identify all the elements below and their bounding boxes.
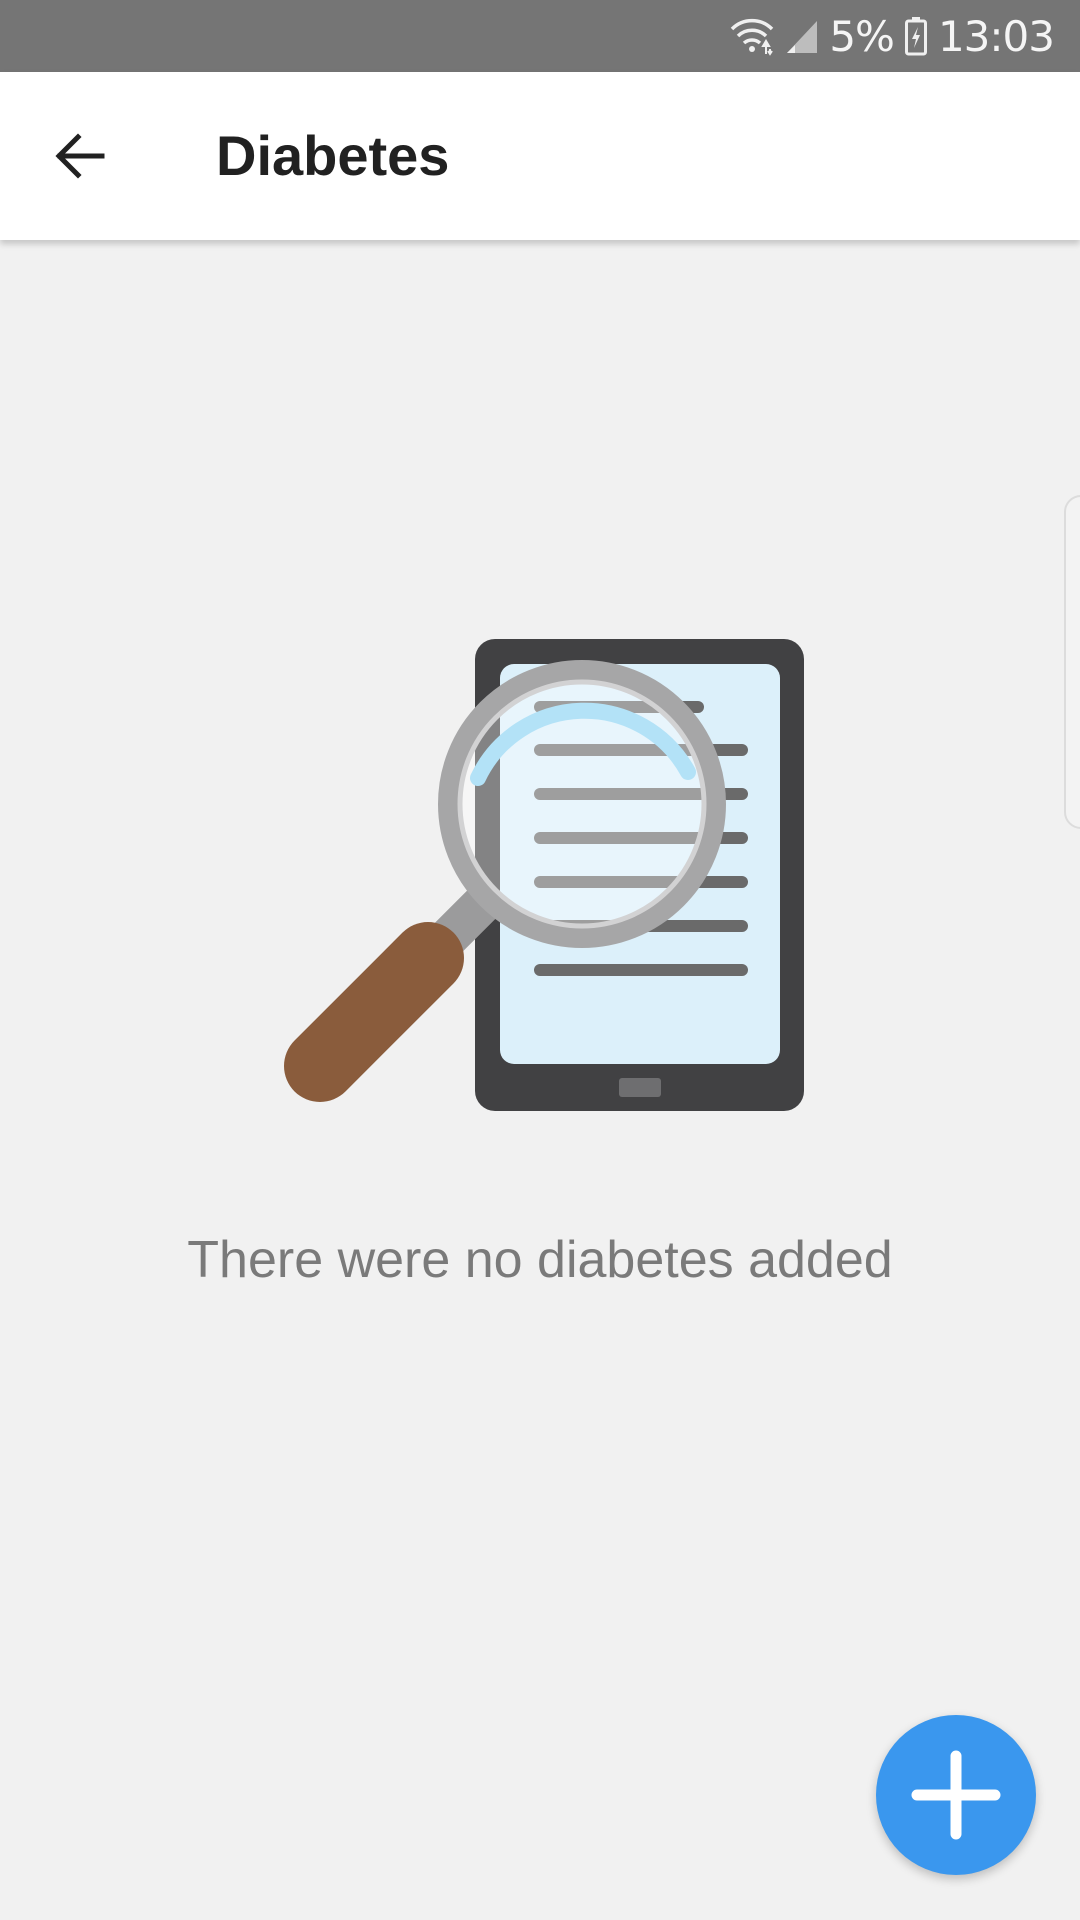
magnifier-handle — [284, 922, 464, 1102]
status-icons: 5% 13:03 — [729, 0, 1055, 72]
add-diabetes-button[interactable] — [876, 1715, 1036, 1875]
status-bar: 5% 13:03 — [0, 0, 1080, 72]
tablet-magnifier-illustration — [284, 639, 804, 1111]
tablet-home-button — [619, 1078, 661, 1097]
signal-icon — [787, 21, 818, 53]
back-button[interactable] — [30, 106, 130, 206]
page-title: Diabetes — [216, 124, 450, 187]
clock: 13:03 — [937, 11, 1055, 61]
battery-icon — [904, 17, 927, 56]
arrow-back-icon — [55, 133, 105, 179]
wifi-icon — [731, 18, 774, 56]
battery-percent: 5% — [829, 11, 895, 61]
edge-panel-handle[interactable] — [1064, 495, 1080, 829]
empty-state-message: There were no diabetes added — [187, 1231, 893, 1289]
plus-icon — [911, 1750, 1001, 1840]
app-bar: Diabetes — [0, 72, 1080, 240]
